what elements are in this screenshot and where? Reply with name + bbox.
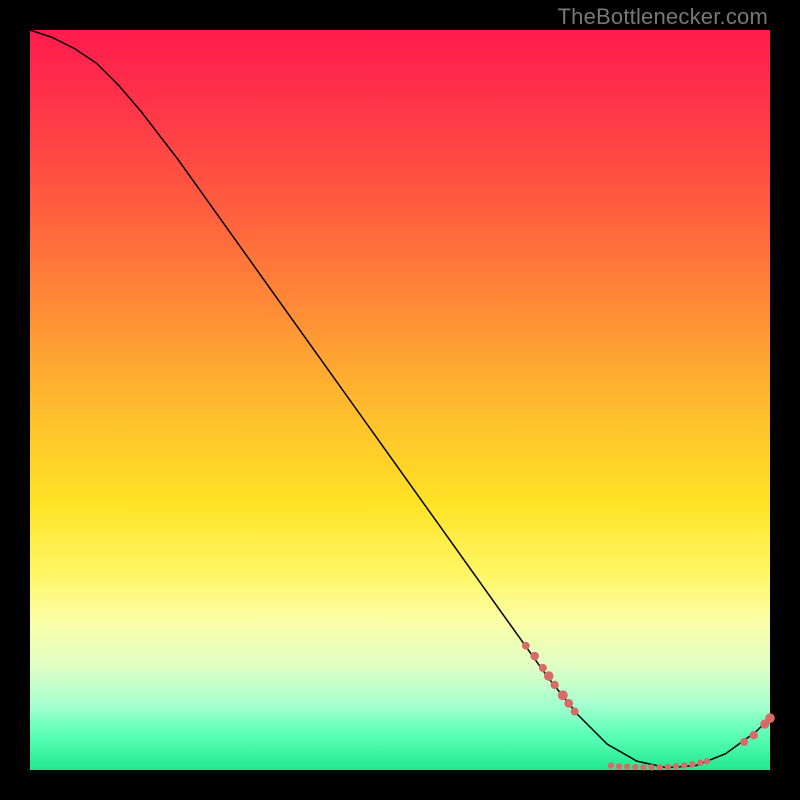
data-point (750, 731, 758, 739)
data-point (522, 642, 530, 650)
data-point (530, 652, 539, 661)
data-point (632, 764, 638, 770)
data-point (544, 671, 554, 681)
data-point (539, 664, 547, 672)
data-point (640, 764, 646, 770)
chart-overlay (30, 30, 770, 770)
data-point (765, 713, 775, 723)
data-point (689, 761, 695, 767)
data-point (740, 738, 748, 746)
data-point (657, 764, 663, 770)
data-point (550, 681, 558, 689)
data-point (564, 699, 573, 708)
data-point (673, 763, 679, 769)
chart-frame (30, 30, 770, 770)
bottleneck-curve (30, 30, 770, 768)
data-point (648, 764, 654, 770)
data-point (571, 708, 579, 716)
data-point (665, 764, 671, 770)
data-point (616, 763, 622, 769)
data-point (697, 760, 703, 766)
data-point (558, 690, 568, 700)
scatter-points (522, 642, 775, 771)
data-point (624, 763, 630, 769)
data-point (608, 762, 614, 768)
watermark-text: TheBottlenecker.com (558, 4, 768, 30)
data-point (704, 758, 710, 764)
data-point (681, 762, 687, 768)
